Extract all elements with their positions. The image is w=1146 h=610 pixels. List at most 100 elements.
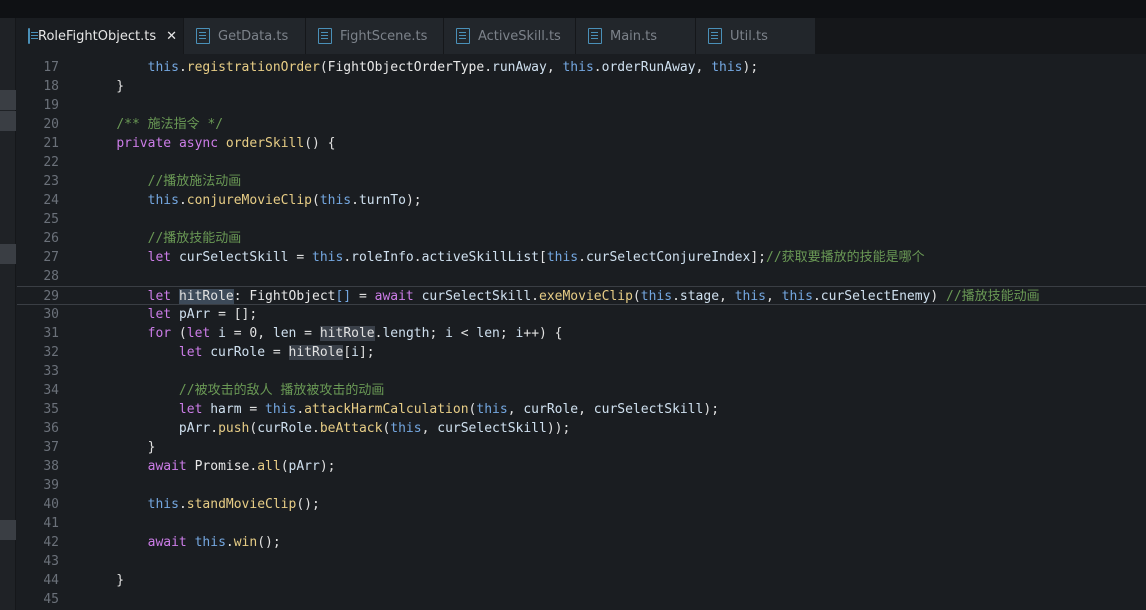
line-number: 29 xyxy=(43,289,59,304)
code-token: win xyxy=(233,535,258,550)
line-number: 31 xyxy=(43,326,59,341)
code-token: i xyxy=(445,326,453,341)
code-token: curSelectSkill xyxy=(421,289,532,304)
code-line[interactable]: 36 pArr.push(curRole.beAttack(this, curS… xyxy=(17,419,1146,438)
code-line[interactable]: 39 xyxy=(17,476,1146,495)
code-token: = xyxy=(288,250,312,265)
code-token: ; xyxy=(429,326,446,341)
code-token: stage xyxy=(679,289,720,304)
code-token: ]; xyxy=(358,345,375,360)
code-line[interactable]: 26 //播放技能动画 xyxy=(17,229,1146,248)
code-token: pArr xyxy=(178,421,211,436)
code-token: attackHarmCalculation xyxy=(304,402,469,417)
gutter-marker xyxy=(0,244,16,264)
code-token: this xyxy=(194,535,226,550)
line-number: 21 xyxy=(43,136,59,151)
code-token: curSelectConjureIndex xyxy=(585,250,751,265)
code-line[interactable]: 44 } xyxy=(17,571,1146,590)
code-token: = xyxy=(351,289,375,304)
code-line[interactable]: 43 xyxy=(17,552,1146,571)
tab-main[interactable]: Main.ts xyxy=(576,18,696,54)
tab-activeskill[interactable]: ActiveSkill.ts xyxy=(444,18,576,54)
code-token: this xyxy=(319,193,352,208)
tab-getdata[interactable]: GetData.ts xyxy=(184,18,306,54)
gutter-marker xyxy=(0,111,16,131)
code-line[interactable]: 25 xyxy=(17,210,1146,229)
code-token: ( xyxy=(632,289,641,304)
code-line[interactable]: 21 private async orderSkill() { xyxy=(17,134,1146,153)
line-number: 35 xyxy=(43,402,59,417)
code-token: let xyxy=(178,402,203,417)
code-token: activeSkillList xyxy=(421,250,539,265)
code-token: = xyxy=(241,402,266,417)
code-token: /** 施法指令 */ xyxy=(116,117,224,132)
code-line[interactable]: 28 xyxy=(17,267,1146,286)
code-token: ++) { xyxy=(523,326,563,341)
code-line[interactable]: 32 let curRole = hitRole[i]; xyxy=(17,343,1146,362)
code-token: async xyxy=(178,136,219,151)
code-line[interactable]: 18 } xyxy=(17,77,1146,96)
tab-rolefightobject[interactable]: RoleFightObject.ts ✕ xyxy=(16,18,184,54)
code-token: . xyxy=(593,60,602,75)
code-token: this xyxy=(147,60,179,75)
code-line[interactable]: 29 let hitRole: FightObject[] = await cu… xyxy=(17,286,1146,305)
code-token: , xyxy=(695,60,712,75)
gutter-marker xyxy=(0,520,16,540)
code-token: [ xyxy=(539,250,547,265)
tab-fightscene[interactable]: FightScene.ts xyxy=(306,18,444,54)
code-line[interactable]: 27 let curSelectSkill = this.roleInfo.ac… xyxy=(17,248,1146,267)
code-line[interactable]: 19 xyxy=(17,96,1146,115)
code-token: this xyxy=(265,402,297,417)
code-token: this xyxy=(640,289,673,304)
activity-gutter xyxy=(0,18,16,610)
line-number: 18 xyxy=(43,79,59,94)
close-icon[interactable]: ✕ xyxy=(166,29,177,44)
code-token: ( xyxy=(171,326,187,341)
code-text: pArr.push(curRole.beAttack(this, curSele… xyxy=(85,419,570,438)
line-number: 24 xyxy=(43,193,59,208)
code-token: await xyxy=(147,459,187,474)
tab-label: Main.ts xyxy=(610,28,658,44)
code-token: , xyxy=(257,326,273,341)
code-token: ( xyxy=(280,459,289,474)
code-line[interactable]: 42 await this.win(); xyxy=(17,533,1146,552)
code-token: = xyxy=(296,326,320,341)
tab-util[interactable]: Util.ts xyxy=(696,18,816,54)
code-line[interactable]: 23 //播放施法动画 xyxy=(17,172,1146,191)
typescript-file-icon xyxy=(708,28,722,44)
code-token: . xyxy=(178,60,187,75)
code-token: )); xyxy=(546,421,571,436)
code-line[interactable]: 40 this.standMovieClip(); xyxy=(17,495,1146,514)
code-line[interactable]: 22 xyxy=(17,153,1146,172)
code-line[interactable]: 17 this.registrationOrder(FightObjectOrd… xyxy=(17,58,1146,77)
code-line[interactable]: 45 xyxy=(17,590,1146,609)
code-text: await this.win(); xyxy=(85,533,281,552)
code-line[interactable]: 33 xyxy=(17,362,1146,381)
code-token: curRole xyxy=(210,345,266,360)
code-token: this xyxy=(546,250,579,265)
code-line[interactable]: 24 this.conjureMovieClip(this.turnTo); xyxy=(17,191,1146,210)
code-token: standMovieClip xyxy=(186,497,297,512)
code-line[interactable]: 30 let pArr = []; xyxy=(17,305,1146,324)
code-line[interactable]: 35 let harm = this.attackHarmCalculation… xyxy=(17,400,1146,419)
code-token: curSelectSkill xyxy=(178,250,289,265)
code-editor[interactable]: 17 this.registrationOrder(FightObjectOrd… xyxy=(17,54,1146,610)
code-line[interactable]: 41 xyxy=(17,514,1146,533)
code-line[interactable]: 37 } xyxy=(17,438,1146,457)
code-line[interactable]: 34 //被攻击的敌人 播放被攻击的动画 xyxy=(17,381,1146,400)
code-token: all xyxy=(257,459,281,474)
code-token: this xyxy=(147,193,179,208)
code-line[interactable]: 20 /** 施法指令 */ xyxy=(17,115,1146,134)
code-line[interactable]: 38 await Promise.all(pArr); xyxy=(17,457,1146,476)
code-token: this xyxy=(562,60,594,75)
code-token: . xyxy=(484,60,493,75)
code-line[interactable]: 31 for (let i = 0, len = hitRole.length;… xyxy=(17,324,1146,343)
code-token: : xyxy=(233,289,250,304)
